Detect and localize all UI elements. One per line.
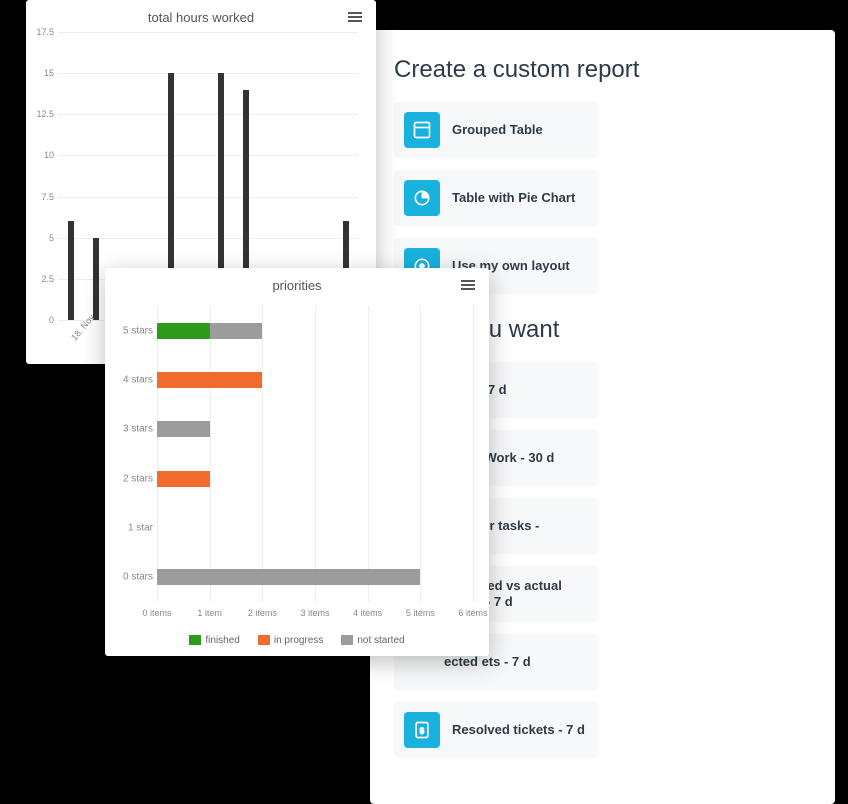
card-label: Grouped Table: [452, 122, 543, 138]
pie-icon: [404, 180, 440, 216]
hamburger-icon[interactable]: [348, 10, 362, 24]
priorities-chart-card: priorities 0 items1 item2 items3 items4 …: [105, 268, 489, 656]
card-table-pie[interactable]: Table with Pie Chart: [394, 170, 599, 226]
card-label: ected ets - 7 d: [444, 654, 531, 670]
hamburger-icon[interactable]: [461, 278, 475, 292]
priorities-chart-title: priorities: [105, 268, 489, 293]
hours-chart-title: total hours worked: [26, 0, 376, 25]
priorities-plot-area: 0 items1 item2 items3 items4 items5 item…: [157, 306, 473, 602]
custom-report-heading: Create a custom report: [394, 56, 811, 84]
priorities-legend: finished in progress not started: [105, 635, 489, 646]
card-label: Resolved tickets - 7 d: [452, 722, 585, 738]
card-resolved-tickets[interactable]: $ Resolved tickets - 7 d: [394, 702, 599, 758]
svg-text:$: $: [420, 725, 425, 735]
table-icon: [404, 112, 440, 148]
legend-item-not-started: not started: [341, 635, 404, 646]
card-grouped-table[interactable]: Grouped Table: [394, 102, 599, 158]
card-label: Table with Pie Chart: [452, 190, 575, 206]
doc-icon: $: [404, 712, 440, 748]
legend-item-finished: finished: [189, 635, 239, 646]
legend-item-in-progress: in progress: [258, 635, 323, 646]
custom-report-cards: Grouped Table Table with Pie Chart Use m…: [394, 102, 811, 294]
